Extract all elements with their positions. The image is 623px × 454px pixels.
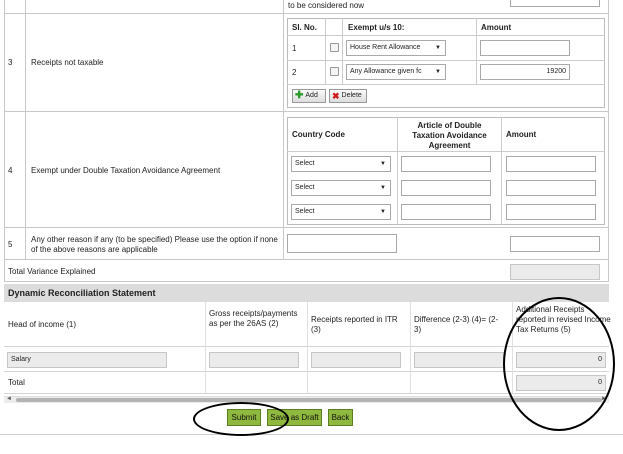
header-amount: Amount (481, 23, 512, 32)
total-label: Total (8, 378, 25, 387)
country-code-select-2[interactable]: Select ▼ (291, 180, 391, 196)
total-variance-value (510, 264, 600, 280)
select-value: Any Allowance given fc (350, 68, 422, 75)
total-variance-label: Total Variance Explained (8, 267, 96, 276)
exempt-row-1-sl: 1 (292, 44, 297, 53)
divider (307, 302, 308, 393)
dropdown-arrow-icon: ▼ (380, 161, 386, 167)
header-dtaa-amount: Amount (506, 130, 537, 139)
dtaa-amount-input-1[interactable] (506, 156, 596, 172)
header-country-code: Country Code (292, 130, 345, 139)
divider (283, 112, 284, 228)
divider (501, 117, 502, 225)
divider (325, 18, 326, 84)
article-input-3[interactable] (401, 204, 491, 220)
salary-itr-field (311, 352, 401, 368)
divider (410, 302, 411, 393)
delete-button[interactable]: ✖ Delete (329, 89, 367, 103)
header-sl-no: Sl. No. (292, 23, 317, 32)
divider (25, 228, 26, 260)
country-code-select-3[interactable]: Select ▼ (291, 204, 391, 220)
dtaa-amount-input-3[interactable] (506, 204, 596, 220)
other-reason-input[interactable] (287, 234, 397, 253)
dtaa-amount-input-2[interactable] (506, 180, 596, 196)
divider (25, 14, 26, 112)
country-code-select-1[interactable]: Select ▼ (291, 156, 391, 172)
row3-number: 3 (8, 58, 13, 67)
divider (397, 117, 398, 225)
select-value: Select (295, 184, 315, 191)
dropdown-arrow-icon: ▼ (435, 45, 441, 51)
col-head-of-income: Head of income (1) (8, 320, 77, 329)
row3-label: Receipts not taxable (31, 58, 104, 67)
row5-label: Any other reason if any (to be specified… (31, 235, 278, 254)
row5-number: 5 (8, 240, 13, 249)
top-text: to be considered now (288, 1, 365, 10)
article-input-1[interactable] (401, 156, 491, 172)
add-button[interactable]: ✚ Add (292, 89, 326, 103)
back-button[interactable]: Back (328, 409, 353, 426)
col-gross-receipts: Gross receipts/payments as per the 26AS … (209, 309, 298, 328)
divider (25, 112, 26, 228)
add-label: Add (305, 92, 318, 99)
divider (342, 18, 343, 84)
divider (25, 0, 26, 14)
divider (287, 84, 605, 85)
row4-number: 4 (8, 166, 13, 175)
article-input-2[interactable] (401, 180, 491, 196)
divider (287, 151, 605, 152)
divider (205, 302, 206, 393)
divider (283, 0, 284, 14)
header-exempt: Exempt u/s 10: (348, 23, 405, 32)
col-receipts-itr: Receipts reported in ITR (3) (311, 315, 398, 334)
exempt-row-2-checkbox[interactable] (330, 67, 339, 76)
top-input[interactable] (510, 0, 600, 7)
divider (283, 14, 284, 112)
exempt-row-1-checkbox[interactable] (330, 43, 339, 52)
exempt-row-2-select[interactable]: Any Allowance given fc ▼ (346, 64, 446, 80)
header-article: Article of Double Taxation Avoidance Agr… (412, 121, 487, 150)
delete-label: Delete (341, 92, 362, 99)
select-value: Select (295, 160, 315, 167)
scroll-left-icon[interactable]: ◄ (6, 396, 12, 402)
annotation-oval-additional-receipts (503, 297, 615, 431)
select-value: Select (295, 208, 315, 215)
divider (476, 18, 477, 84)
drs-title: Dynamic Reconciliation Statement (8, 288, 156, 298)
annotation-oval-submit (193, 402, 289, 436)
dropdown-arrow-icon: ▼ (380, 185, 386, 191)
exempt-row-2-sl: 2 (292, 68, 297, 77)
divider (283, 228, 284, 260)
salary-gross-field (209, 352, 299, 368)
dropdown-arrow-icon: ▼ (435, 69, 441, 75)
exempt-row-1-select[interactable]: House Rent Allowance ▼ (346, 40, 446, 56)
salary-difference-field (414, 352, 504, 368)
col-difference: Difference (2-3) (4)= (2-3) (414, 315, 499, 334)
bottom-border (0, 434, 623, 435)
salary-head-field: Salary (7, 352, 167, 368)
divider (287, 35, 605, 36)
plus-icon: ✚ (295, 90, 304, 101)
divider (287, 60, 605, 61)
close-icon: ✖ (332, 91, 340, 101)
exempt-row-2-amount[interactable]: 19200 (480, 64, 570, 80)
row4-label: Exempt under Double Taxation Avoidance A… (31, 166, 221, 175)
dropdown-arrow-icon: ▼ (380, 209, 386, 215)
other-reason-amount[interactable] (510, 236, 600, 252)
exempt-row-1-amount[interactable] (480, 40, 570, 56)
select-value: House Rent Allowance (350, 44, 421, 51)
